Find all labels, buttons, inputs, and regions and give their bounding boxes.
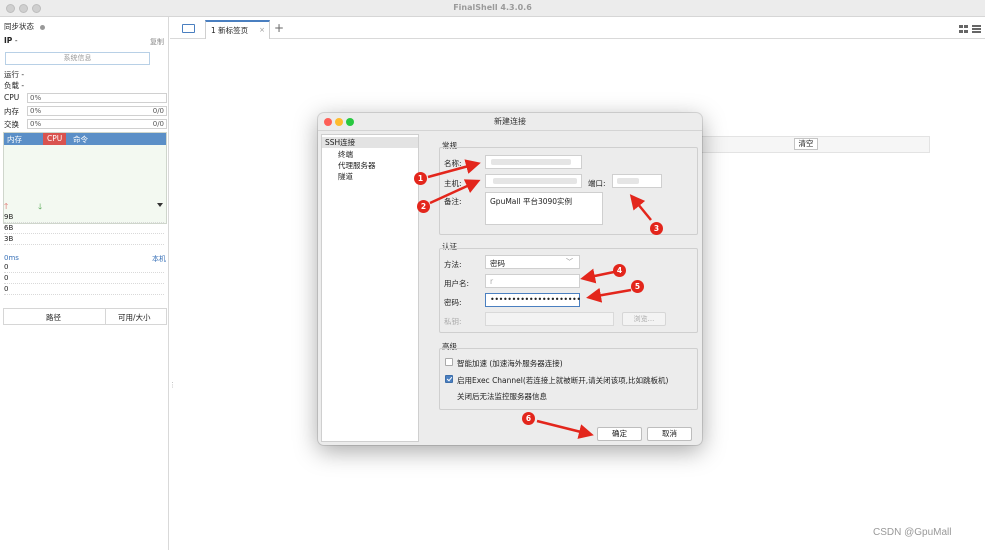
method-label: 方法: — [444, 260, 462, 269]
username-field[interactable]: r — [485, 274, 580, 288]
latency-row: 0 — [4, 284, 164, 295]
ok-button[interactable]: 确定 — [597, 427, 642, 441]
method-select[interactable]: 密码 ﹀ — [485, 255, 580, 269]
annotation-badge-2: 2 — [417, 200, 430, 213]
exec-channel-label: 启用Exec Channel(若连接上就被断开,请关闭该项,比如跳板机) — [457, 376, 669, 385]
sidebar: 同步状态 IP - 复制 系统信息 运行 - 负载 - CPU 0% 内存 0%… — [0, 17, 169, 550]
tab-process-cpu[interactable]: CPU — [43, 133, 67, 145]
status-dot-icon — [40, 24, 46, 30]
redacted-text — [493, 178, 577, 184]
tab-close-icon[interactable]: × — [259, 26, 265, 34]
net-scale-row: 3B — [4, 234, 164, 245]
dialog-title: 新建连接 — [318, 113, 702, 131]
note-label: 备注: — [444, 197, 462, 206]
tab-process-mem[interactable]: 内存 — [7, 134, 22, 145]
host-label: 主机: — [444, 179, 462, 188]
host-field[interactable] — [485, 174, 582, 188]
tree-item-proxy[interactable]: 代理服务器 — [338, 160, 376, 171]
private-key-label: 私钥: — [444, 317, 462, 326]
latency-row: 0 — [4, 262, 164, 273]
tab-label: 1 新标签页 — [211, 26, 249, 35]
mem-bar: 0% 0/0 — [27, 106, 167, 116]
system-info-button[interactable]: 系统信息 — [5, 52, 150, 65]
tree-item-ssh[interactable]: SSH连接 — [322, 137, 418, 148]
chevron-down-icon: ﹀ — [566, 258, 573, 266]
exec-channel-note: 关闭后无法监控服务器信息 — [457, 392, 547, 401]
latency-label: 0ms — [4, 254, 19, 262]
dialog-close-button[interactable] — [324, 118, 332, 126]
sync-status: 同步状态 — [4, 21, 46, 32]
cpu-bar: 0% — [27, 93, 167, 103]
tree-item-tunnel[interactable]: 隧道 — [338, 171, 353, 182]
accel-checkbox[interactable] — [445, 358, 453, 366]
annotation-badge-6: 6 — [522, 412, 535, 425]
redacted-text — [617, 178, 639, 184]
load-row: 负载 - — [4, 81, 25, 90]
swap-label: 交换 — [4, 120, 19, 129]
dialog-minimize-button[interactable] — [335, 118, 343, 126]
note-textarea[interactable]: GpuMall 平台3090实例 — [485, 192, 603, 225]
grid-layout-icon[interactable] — [959, 25, 968, 33]
cpu-label: CPU — [4, 93, 20, 102]
annotation-badge-5: 5 — [631, 280, 644, 293]
window-titlebar: FinalShell 4.3.0.6 — [0, 0, 985, 17]
port-field[interactable] — [612, 174, 662, 188]
private-key-field[interactable] — [485, 312, 614, 326]
annotation-badge-1: 1 — [414, 172, 427, 185]
ip-row: IP - — [4, 36, 18, 45]
settings-tree: SSH连接 终端 代理服务器 隧道 — [321, 134, 419, 442]
process-header: 内存 CPU 命令 — [4, 133, 166, 145]
port-label: 端口: — [588, 179, 606, 188]
clear-button[interactable]: 清空 — [794, 138, 818, 150]
window-title: FinalShell 4.3.0.6 — [453, 3, 532, 12]
folder-icon[interactable] — [182, 24, 195, 33]
net-scale-row: 6B — [4, 223, 164, 234]
dialog-zoom-button[interactable] — [346, 118, 354, 126]
run-row: 运行 - — [4, 70, 25, 79]
mem-label: 内存 — [4, 107, 19, 116]
password-label: 密码: — [444, 298, 462, 307]
password-field[interactable]: ••••••••••••••••••••• — [485, 293, 581, 307]
name-field[interactable] — [485, 155, 582, 169]
tab-bar — [170, 17, 985, 39]
splitter-handle[interactable]: ⋮ — [169, 381, 176, 389]
tab-process-cmd[interactable]: 命令 — [73, 134, 88, 145]
column-divider — [105, 309, 106, 324]
tree-item-terminal[interactable]: 终端 — [338, 149, 353, 160]
copy-ip-link[interactable]: 复制 — [150, 37, 164, 47]
net-scale-row: 9B — [4, 212, 164, 223]
process-panel: 内存 CPU 命令 — [3, 132, 167, 224]
menu-icon[interactable] — [972, 25, 981, 33]
tab-new[interactable]: 1 新标签页 × — [205, 20, 270, 39]
net-dropdown-icon[interactable] — [157, 203, 163, 207]
name-label: 名称: — [444, 159, 462, 168]
browse-button[interactable]: 浏览... — [622, 312, 666, 326]
username-label: 用户名: — [444, 279, 470, 288]
annotation-badge-3: 3 — [650, 222, 663, 235]
filesystem-header: 路径 可用/大小 — [3, 308, 167, 325]
add-tab-button[interactable]: + — [274, 21, 284, 35]
swap-bar: 0% 0/0 — [27, 119, 167, 129]
latency-row: 0 — [4, 273, 164, 284]
watermark: CSDN @GpuMall — [873, 527, 952, 538]
new-connection-dialog: 新建连接 SSH连接 终端 代理服务器 隧道 常规 名称: 主机: 端口: 备注… — [318, 113, 702, 445]
annotation-badge-4: 4 — [613, 264, 626, 277]
redacted-text — [491, 159, 571, 165]
fs-path-header[interactable]: 路径 — [46, 312, 61, 323]
exec-channel-checkbox[interactable] — [445, 375, 453, 383]
accel-label: 智能加速 (加速海外服务器连接) — [457, 359, 563, 368]
fs-size-header[interactable]: 可用/大小 — [118, 312, 151, 323]
cancel-button[interactable]: 取消 — [647, 427, 692, 441]
